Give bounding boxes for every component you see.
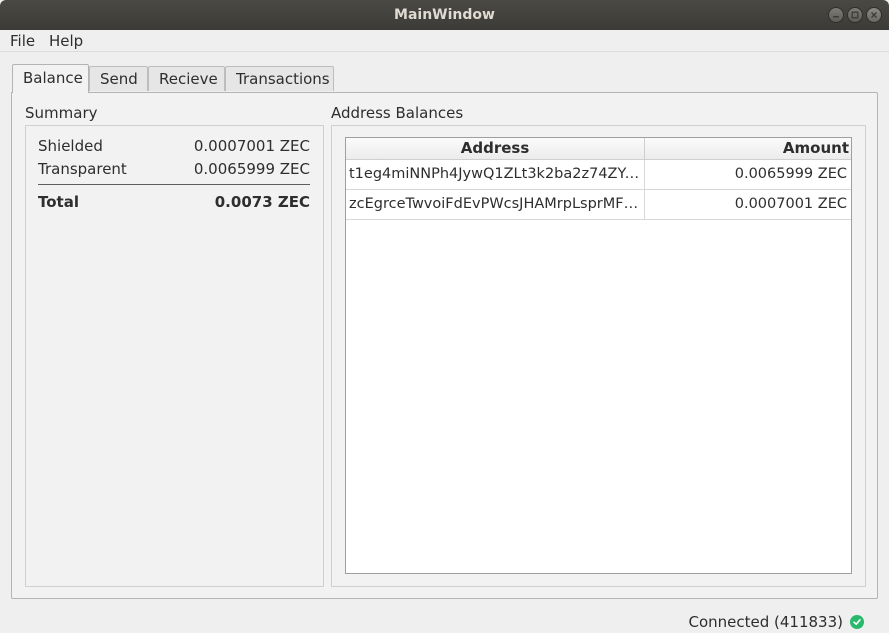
summary-group: Shielded 0.0007001 ZEC Transparent 0.006… [25,125,324,587]
address-balances-group: Address Amount t1eg4miNNPh4JywQ1ZLt3k2ba… [331,125,866,587]
menu-file[interactable]: File [10,32,35,50]
address-balances-title: Address Balances [331,104,464,122]
window-title: MainWindow [394,7,495,23]
transparent-row: Transparent 0.0065999 ZEC [38,159,310,179]
title-bar[interactable]: MainWindow [0,0,889,30]
summary-title: Summary [25,104,98,122]
maximize-icon[interactable] [847,7,863,23]
transparent-label: Transparent [38,160,127,178]
amount-cell: 0.0007001 ZEC [734,196,847,212]
address-cell: zcEgrceTwvoiFdEvPWcsJHAMrpLsprMF6… [346,190,645,219]
total-label: Total [38,193,79,211]
table-header: Address Amount [346,138,851,160]
address-balances-table[interactable]: Address Amount t1eg4miNNPh4JywQ1ZLt3k2ba… [345,137,852,574]
table-row[interactable]: t1eg4miNNPh4JywQ1ZLt3k2ba2z74ZYu… 0.0065… [346,160,851,190]
tab-send[interactable]: Send [89,66,148,91]
transparent-value: 0.0065999 ZEC [193,160,310,178]
total-value: 0.0073 ZEC [214,193,310,211]
connection-status: Connected (411833) [688,613,843,631]
table-row[interactable]: zcEgrceTwvoiFdEvPWcsJHAMrpLsprMF6… 0.000… [346,190,851,220]
balance-panel: Summary Shielded 0.0007001 ZEC Transpare… [11,92,878,599]
shielded-value: 0.0007001 ZEC [193,137,310,155]
menu-help[interactable]: Help [49,32,83,50]
tab-transactions[interactable]: Transactions [225,66,334,91]
address-cell: t1eg4miNNPh4JywQ1ZLt3k2ba2z74ZYu… [346,160,645,189]
column-header-address[interactable]: Address [346,138,645,159]
close-icon[interactable] [866,7,882,23]
check-circle-icon [850,615,864,629]
status-bar: Connected (411833) [0,608,889,633]
tab-balance[interactable]: Balance [12,64,89,93]
minimize-icon[interactable] [828,7,844,23]
summary-divider [38,184,310,185]
amount-cell: 0.0065999 ZEC [734,166,847,182]
menu-bar: File Help [0,30,889,52]
tab-receive[interactable]: Recieve [148,66,225,91]
shielded-row: Shielded 0.0007001 ZEC [38,136,310,156]
total-row: Total 0.0073 ZEC [38,192,310,212]
shielded-label: Shielded [38,137,103,155]
column-header-amount[interactable]: Amount [645,138,851,159]
